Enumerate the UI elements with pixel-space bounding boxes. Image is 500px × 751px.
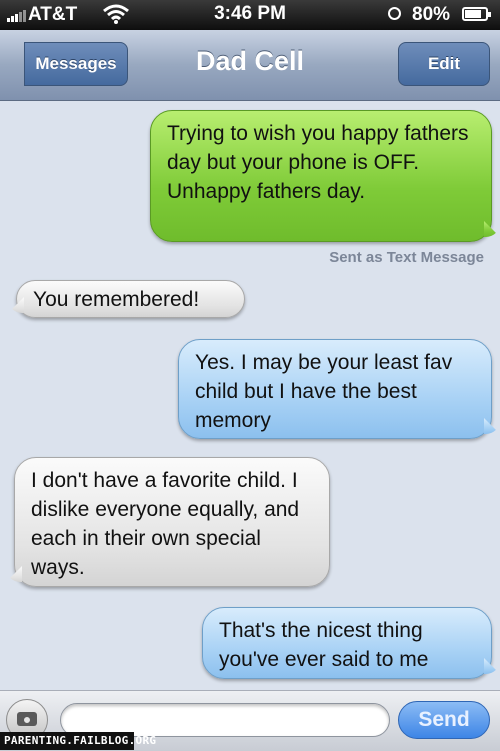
- navigation-bar: Messages Dad Cell Edit: [0, 30, 500, 101]
- battery-icon: [462, 7, 491, 21]
- edit-button[interactable]: Edit: [398, 42, 490, 86]
- message-sent-sms[interactable]: Trying to wish you happy fathers day but…: [150, 110, 492, 242]
- sent-as-text-note: Sent as Text Message: [329, 249, 484, 266]
- send-button[interactable]: Send: [398, 701, 490, 739]
- status-bar: AT&T 3:46 PM 80%: [0, 0, 500, 30]
- camera-lens-icon: [22, 715, 32, 725]
- message-sent-imessage[interactable]: That's the nicest thing you've ever said…: [202, 607, 492, 679]
- watermark: PARENTING.FAILBLOG.ORG: [0, 732, 156, 750]
- message-sent-imessage[interactable]: Yes. I may be your least fav child but I…: [178, 339, 492, 439]
- message-received[interactable]: You remembered!: [16, 280, 245, 318]
- battery-percent: 80%: [412, 4, 451, 25]
- rotation-lock-icon: [388, 7, 401, 20]
- message-received[interactable]: I don't have a favorite child. I dislike…: [14, 457, 330, 587]
